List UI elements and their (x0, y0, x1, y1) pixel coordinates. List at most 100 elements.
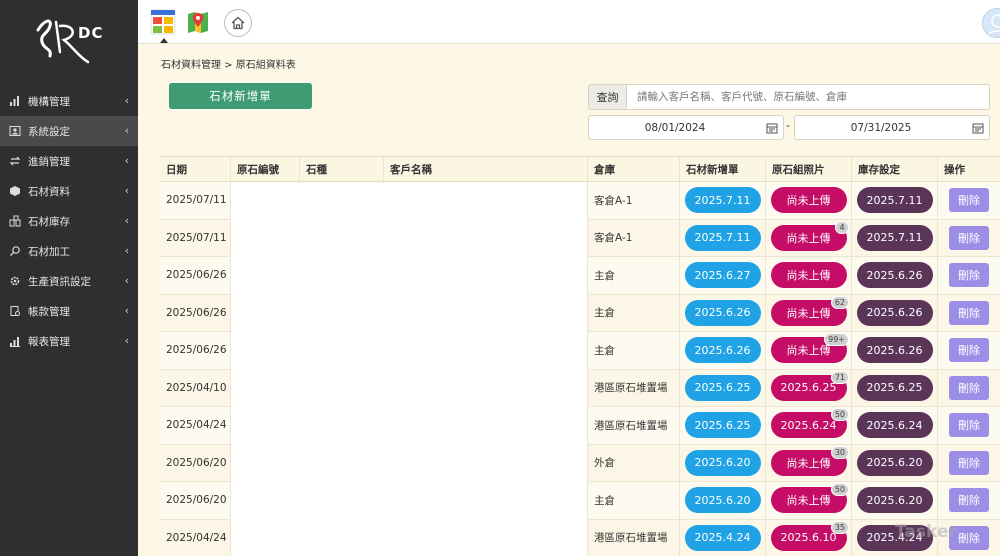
delete-button[interactable]: 刪除 (949, 375, 989, 400)
photo-upload-button[interactable]: 尚未上傳 (770, 262, 847, 289)
cube-icon (8, 184, 22, 198)
sidebar-item[interactable]: 帳款管理 ‹ (0, 296, 138, 326)
user-icon (986, 14, 1000, 37)
chevron-left-icon: ‹ (124, 94, 129, 107)
gear-icon (8, 274, 22, 288)
stock-setting-button[interactable]: 2025.6.26 (856, 262, 933, 289)
chevron-left-icon: ‹ (124, 334, 129, 347)
sidebar-item-label: 石材庫存 (28, 215, 70, 228)
stock-setting-button[interactable]: 2025.6.26 (856, 337, 933, 364)
add-date-button[interactable]: 2025.4.24 (684, 524, 761, 551)
cell-stock: 2025.6.20 (852, 482, 938, 519)
stock-setting-button[interactable]: 2025.6.20 (856, 449, 933, 476)
stock-setting-button[interactable]: 2025.7.11 (856, 224, 933, 251)
header-stone[interactable]: 石種 (300, 157, 384, 181)
chevron-left-icon: ‹ (124, 184, 129, 197)
calendar-icon[interactable] (967, 122, 989, 134)
photo-count-badge: 30 (830, 445, 849, 459)
add-date-button[interactable]: 2025.6.25 (684, 412, 761, 439)
delete-button[interactable]: 刪除 (949, 188, 989, 213)
add-date-button[interactable]: 2025.7.11 (684, 187, 761, 214)
delete-button[interactable]: 刪除 (949, 488, 989, 513)
delete-button[interactable]: 刪除 (949, 225, 989, 250)
chevron-left-icon: ‹ (124, 154, 129, 167)
stock-setting-button[interactable]: 2025.6.25 (856, 374, 933, 401)
sidebar-item[interactable]: 石材加工 ‹ (0, 236, 138, 266)
cell-photo: 尚未上傳 50 (766, 482, 852, 519)
cell-date: 2025/06/26 (160, 294, 231, 331)
logo[interactable]: DC (0, 0, 138, 82)
exchange-icon (8, 154, 22, 168)
cell-warehouse: 港區原石堆置場 (588, 407, 680, 444)
stock-setting-button[interactable]: 2025.6.20 (856, 487, 933, 514)
delete-button[interactable]: 刪除 (949, 263, 989, 288)
app-grid-icon[interactable] (150, 9, 176, 35)
search-bar: 查詢 (588, 84, 990, 110)
watermark: Tasker (895, 522, 957, 542)
delete-button[interactable]: 刪除 (949, 450, 989, 475)
sidebar-item-label: 報表管理 (28, 335, 70, 348)
sidebar-item-label: 系統設定 (28, 125, 70, 138)
home-button[interactable] (224, 9, 252, 37)
header-date[interactable]: 日期 (160, 157, 231, 181)
cell-add: 2025.6.27 (680, 257, 766, 294)
add-date-button[interactable]: 2025.6.20 (684, 449, 761, 476)
header-op: 操作 (944, 163, 965, 176)
sidebar-item[interactable]: 石材資料 ‹ (0, 176, 138, 206)
chevron-left-icon: ‹ (124, 214, 129, 227)
photo-count-badge: 99+ (824, 333, 849, 346)
delete-button[interactable]: 刪除 (949, 413, 989, 438)
stock-setting-button[interactable]: 2025.6.26 (856, 299, 933, 326)
stock-setting-button[interactable]: 2025.7.11 (856, 187, 933, 214)
cell-photo: 尚未上傳 4 (766, 219, 852, 256)
sidebar-item[interactable]: 報表管理 ‹ (0, 326, 138, 356)
cell-op: 刪除 (938, 295, 1000, 332)
add-date-button[interactable]: 2025.6.26 (684, 337, 761, 364)
photo-count-badge: 35 (830, 520, 849, 534)
user-card-icon (8, 124, 22, 138)
photo-count-badge: 71 (830, 370, 849, 384)
cell-date: 2025/04/24 (160, 519, 231, 556)
cell-stock: 2025.7.11 (852, 219, 938, 256)
redacted-area (231, 183, 587, 556)
stock-setting-button[interactable]: 2025.6.24 (856, 412, 933, 439)
add-date-button[interactable]: 2025.6.25 (684, 374, 761, 401)
sidebar-item[interactable]: 石材庫存 ‹ (0, 206, 138, 236)
add-date-button[interactable]: 2025.6.26 (684, 299, 761, 326)
cell-add: 2025.6.25 (680, 369, 766, 406)
cell-stock: 2025.6.20 (852, 444, 938, 481)
cell-warehouse: 主倉 (588, 294, 680, 331)
sidebar-item[interactable]: 系統設定 ‹ (0, 116, 138, 146)
header-warehouse[interactable]: 倉庫 (588, 157, 680, 181)
add-date-button[interactable]: 2025.6.27 (684, 262, 761, 289)
add-date-button[interactable]: 2025.6.20 (684, 487, 761, 514)
ledger-icon (8, 304, 22, 318)
add-stone-button[interactable]: 石材新增單 (169, 83, 312, 109)
header-customer[interactable]: 客戶名稱 (384, 157, 588, 181)
start-date-field[interactable]: 08/01/2024 (588, 115, 784, 140)
sidebar-item-label: 生產資訊設定 (28, 275, 91, 288)
cell-date: 2025/04/10 (160, 369, 231, 406)
cell-stock: 2025.7.11 (852, 182, 938, 219)
delete-button[interactable]: 刪除 (949, 300, 989, 325)
header-code[interactable]: 原石編號 (231, 157, 300, 181)
sidebar-item[interactable]: 機構管理 ‹ (0, 86, 138, 116)
cell-add: 2025.6.26 (680, 294, 766, 331)
search-label[interactable]: 查詢 (589, 85, 627, 109)
sidebar-item[interactable]: 生產資訊設定 ‹ (0, 266, 138, 296)
end-date-field[interactable]: 07/31/2025 (794, 115, 990, 140)
search-input[interactable] (627, 85, 989, 109)
add-date-button[interactable]: 2025.7.11 (684, 224, 761, 251)
breadcrumb: 石材資料管理 > 原石組資料表 (161, 60, 296, 71)
calendar-icon[interactable] (761, 122, 783, 134)
cell-add: 2025.6.25 (680, 407, 766, 444)
logo-text: DC (78, 24, 104, 42)
cell-warehouse: 外倉 (588, 444, 680, 481)
cell-op: 刪除 (938, 220, 1000, 257)
photo-upload-button[interactable]: 尚未上傳 (770, 187, 847, 214)
cell-stock: 2025.6.26 (852, 332, 938, 369)
sidebar-item[interactable]: 進銷管理 ‹ (0, 146, 138, 176)
cell-date: 2025/04/24 (160, 407, 231, 444)
map-icon[interactable] (185, 9, 211, 35)
delete-button[interactable]: 刪除 (949, 338, 989, 363)
